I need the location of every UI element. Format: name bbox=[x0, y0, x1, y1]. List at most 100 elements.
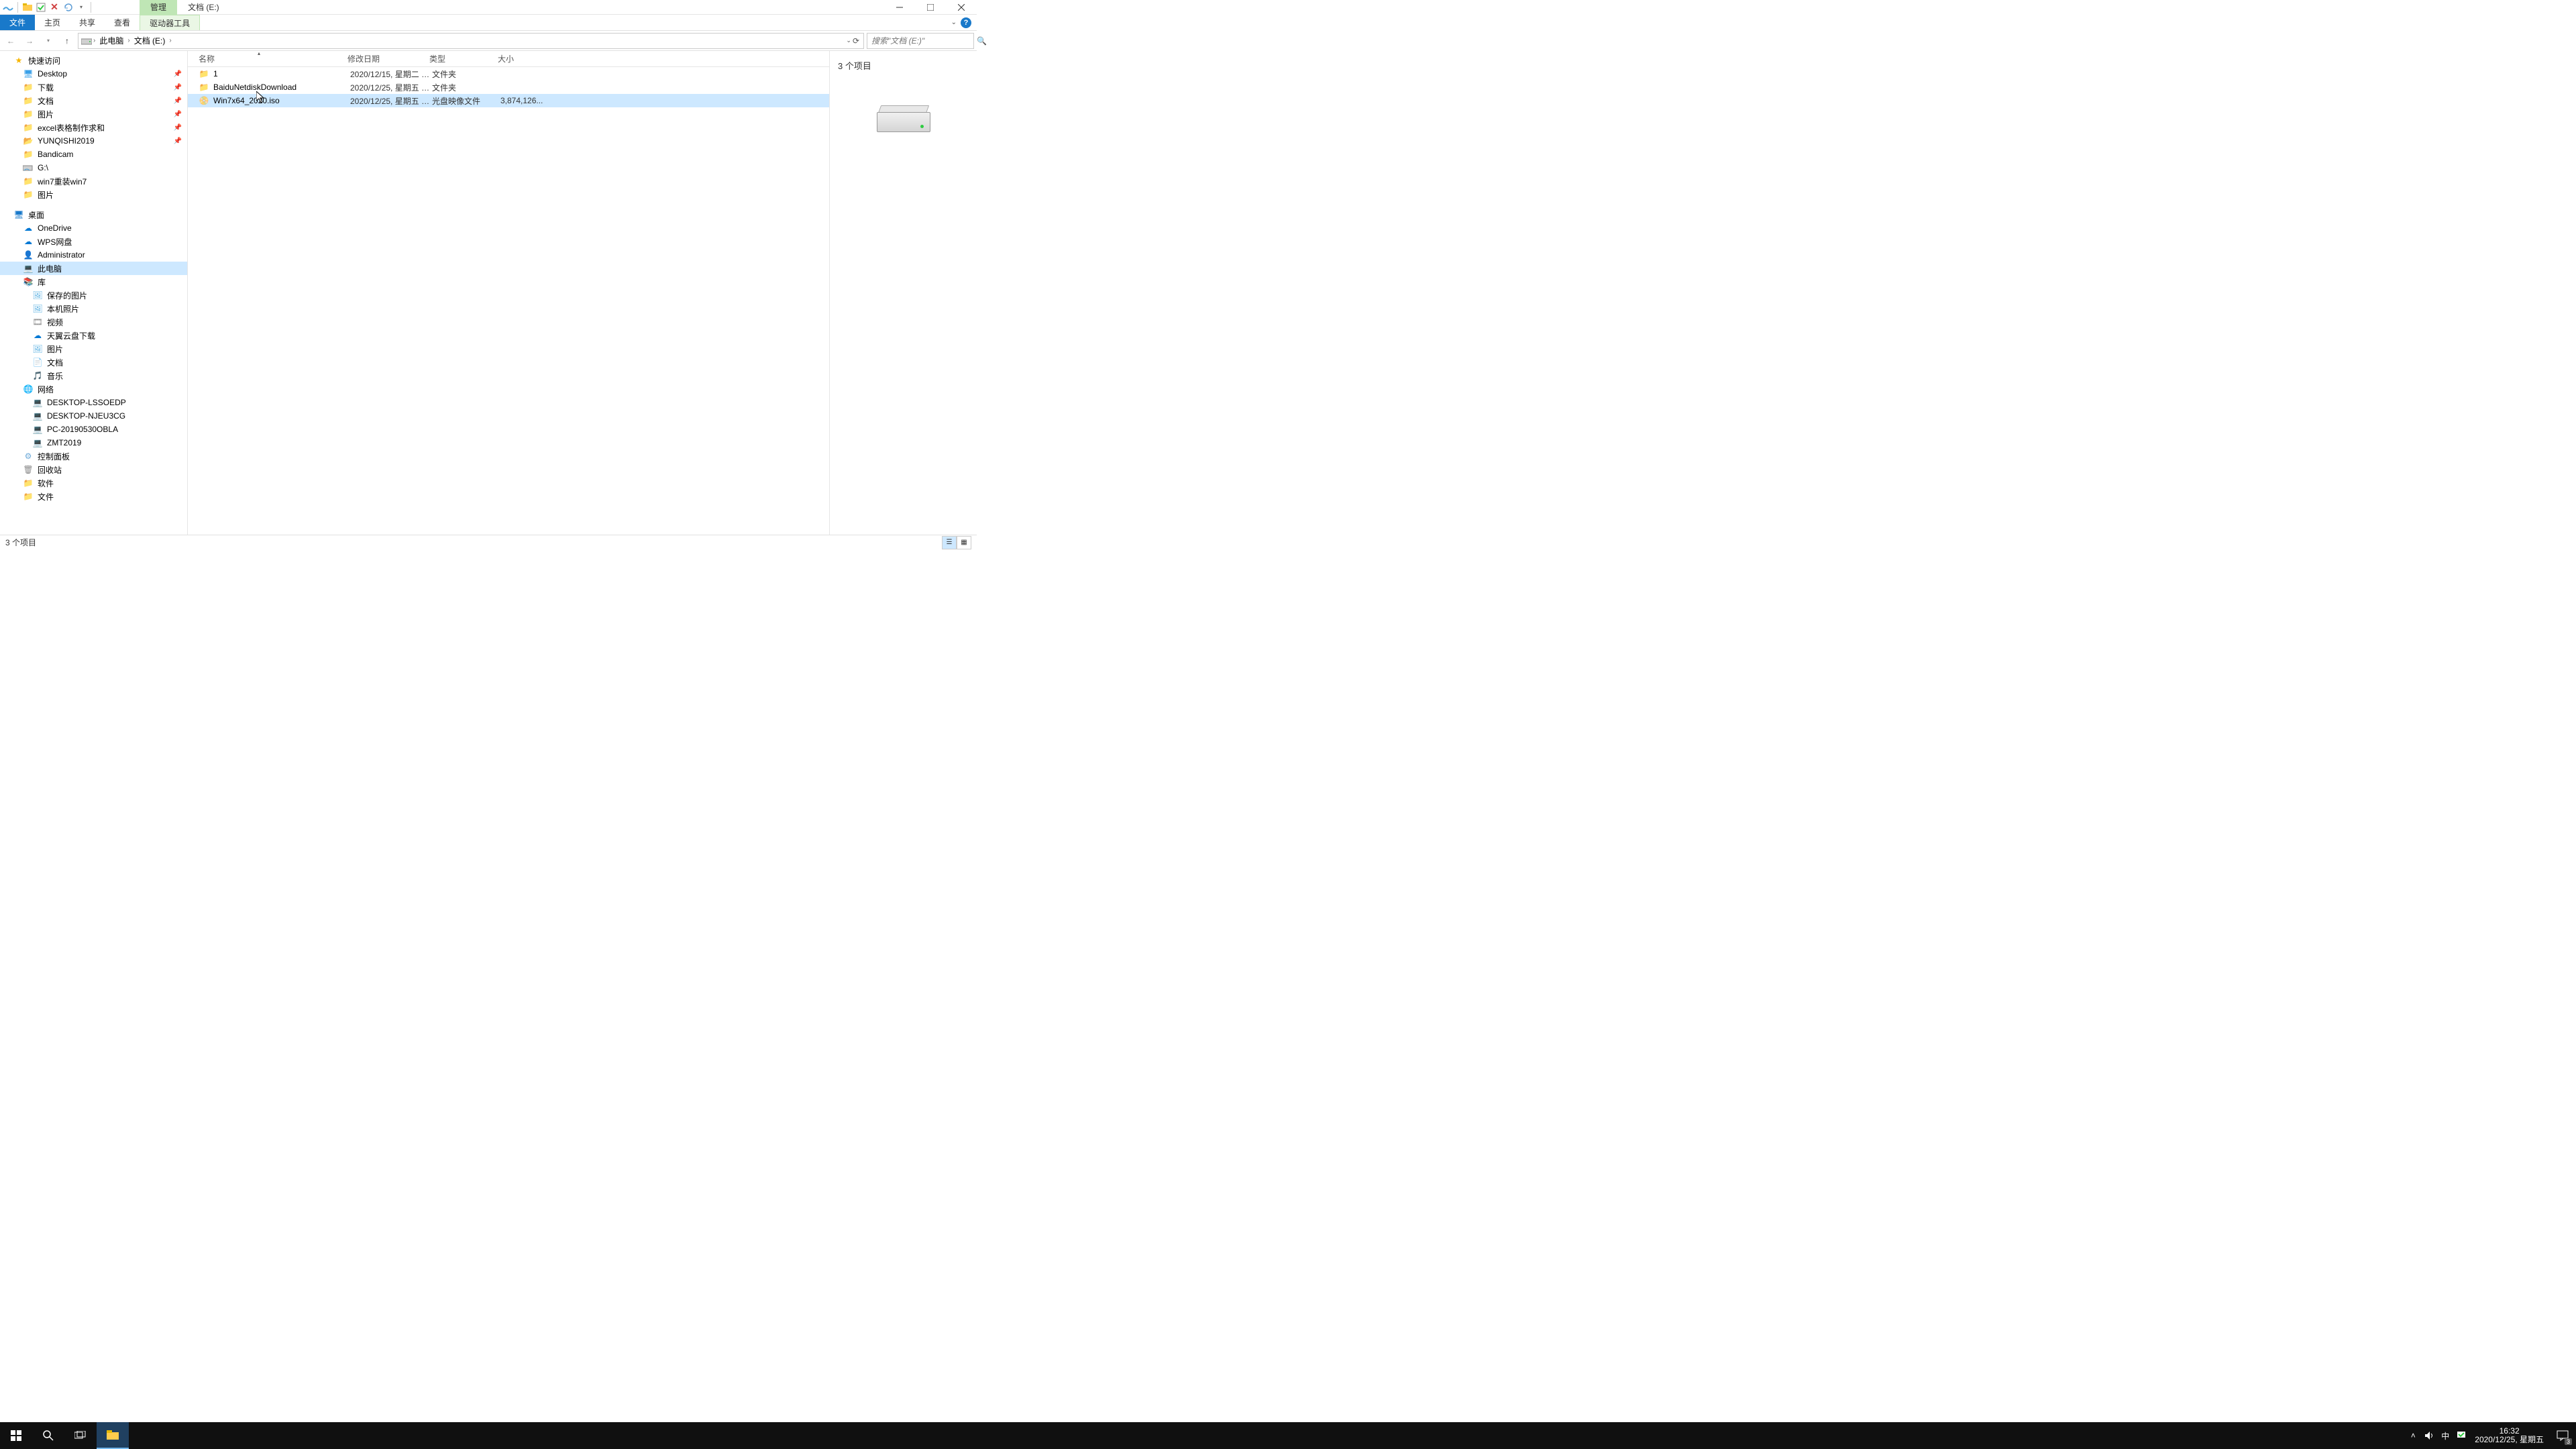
search-button[interactable] bbox=[32, 1422, 64, 1449]
nav-pinned-item[interactable]: G:\ bbox=[0, 161, 187, 174]
nav-label: 文件 bbox=[38, 491, 54, 502]
close-button[interactable] bbox=[946, 0, 977, 15]
forward-button[interactable]: → bbox=[21, 33, 38, 49]
nav-label: 此电脑 bbox=[38, 263, 62, 274]
column-header-size[interactable]: 大小 bbox=[498, 53, 538, 64]
nav-this-pc[interactable]: 💻此电脑 bbox=[0, 262, 187, 275]
nav-desktop[interactable]: 🖥桌面 bbox=[0, 208, 187, 221]
nav-user[interactable]: 👤Administrator bbox=[0, 248, 187, 262]
navigation-pane[interactable]: ★ 快速访问 🖥Desktop📌 📁下载📌 📁文档📌 📁图片📌 📁excel表格… bbox=[0, 51, 188, 535]
folder-icon[interactable] bbox=[22, 2, 33, 13]
breadcrumb-item[interactable]: 文档 (E:) bbox=[131, 35, 168, 46]
nav-control-panel[interactable]: ⚙控制面板 bbox=[0, 449, 187, 463]
minimize-button[interactable] bbox=[884, 0, 915, 15]
search-input[interactable] bbox=[871, 36, 977, 46]
taskbar-explorer-button[interactable] bbox=[97, 1422, 129, 1449]
address-dropdown-icon[interactable]: ⌄ bbox=[846, 37, 851, 44]
undo-icon[interactable] bbox=[62, 2, 73, 13]
chevron-right-icon[interactable]: › bbox=[127, 37, 129, 44]
ime-indicator[interactable]: 中 bbox=[2437, 1422, 2453, 1449]
nav-network-pc[interactable]: 💻ZMT2019 bbox=[0, 436, 187, 449]
recent-dropdown-icon[interactable]: ▾ bbox=[40, 33, 56, 49]
pin-icon: 📌 bbox=[174, 70, 182, 78]
tray-overflow-icon[interactable]: ˄ bbox=[2405, 1422, 2421, 1449]
nav-network[interactable]: 🌐网络 bbox=[0, 382, 187, 396]
security-icon[interactable] bbox=[2453, 1422, 2469, 1449]
tab-file[interactable]: 文件 bbox=[0, 15, 35, 30]
nav-network-pc[interactable]: 💻DESKTOP-NJEU3CG bbox=[0, 409, 187, 423]
help-icon[interactable]: ? bbox=[961, 17, 971, 28]
nav-label: 文档 bbox=[47, 357, 63, 368]
nav-label: 视频 bbox=[47, 317, 63, 328]
up-button[interactable]: ↑ bbox=[59, 33, 75, 49]
taskbar-clock[interactable]: 16:32 2020/12/25, 星期五 bbox=[2469, 1427, 2549, 1444]
back-button[interactable]: ← bbox=[3, 33, 19, 49]
file-row[interactable]: 📁 BaiduNetdiskDownload 2020/12/25, 星期五 1… bbox=[188, 80, 829, 94]
file-name: Win7x64_2020.iso bbox=[213, 96, 350, 105]
nav-pinned-item[interactable]: 📁图片📌 bbox=[0, 107, 187, 121]
tab-share[interactable]: 共享 bbox=[70, 15, 105, 30]
chevron-right-icon[interactable]: › bbox=[93, 37, 95, 44]
file-row[interactable]: 📀 Win7x64_2020.iso 2020/12/25, 星期五 1... … bbox=[188, 94, 829, 107]
nav-library-item[interactable]: 🎵音乐 bbox=[0, 369, 187, 382]
nav-library-item[interactable]: ☁天翼云盘下载 bbox=[0, 329, 187, 342]
qat-dropdown-icon[interactable]: ▾ bbox=[76, 2, 87, 13]
nav-label: 图片 bbox=[38, 109, 54, 120]
volume-icon[interactable] bbox=[2421, 1422, 2437, 1449]
nav-pinned-item[interactable]: 🖥Desktop📌 bbox=[0, 67, 187, 80]
task-view-button[interactable] bbox=[64, 1422, 97, 1449]
nav-library-item[interactable]: 🖼本机照片 bbox=[0, 302, 187, 315]
column-header-type[interactable]: 类型 bbox=[429, 53, 498, 64]
nav-libraries[interactable]: 📚库 bbox=[0, 275, 187, 288]
breadcrumb-item[interactable]: 此电脑 bbox=[97, 35, 126, 46]
action-center-button[interactable]: 3 bbox=[2549, 1422, 2576, 1449]
nav-folder-item[interactable]: 📁文件 bbox=[0, 490, 187, 503]
column-header-name[interactable]: 名称 bbox=[199, 53, 347, 64]
nav-label: Administrator bbox=[38, 250, 85, 260]
window-title: 文档 (E:) bbox=[177, 0, 230, 15]
drive-icon bbox=[81, 36, 92, 46]
nav-pinned-item[interactable]: 📁excel表格制作求和📌 bbox=[0, 121, 187, 134]
chevron-right-icon[interactable]: › bbox=[169, 37, 171, 44]
nav-pinned-item[interactable]: 📁图片 bbox=[0, 188, 187, 201]
file-size: 3,874,126... bbox=[500, 96, 541, 105]
search-icon[interactable]: 🔍 bbox=[977, 36, 987, 46]
refresh-icon[interactable]: ⟳ bbox=[853, 36, 859, 46]
nav-pinned-item[interactable]: 📁文档📌 bbox=[0, 94, 187, 107]
app-icon[interactable] bbox=[3, 2, 13, 13]
nav-library-item[interactable]: 📄 文档 bbox=[0, 356, 187, 369]
nav-library-item[interactable]: 🖼保存的图片 bbox=[0, 288, 187, 302]
thumbnails-view-button[interactable]: ▦ bbox=[957, 536, 971, 549]
document-icon: 📄 bbox=[32, 357, 43, 368]
delete-x-icon[interactable]: ✕ bbox=[49, 2, 60, 13]
start-button[interactable] bbox=[0, 1422, 32, 1449]
nav-pinned-item[interactable]: 📂YUNQISHI2019📌 bbox=[0, 134, 187, 148]
address-bar[interactable]: › 此电脑 › 文档 (E:) › ⌄ ⟳ bbox=[78, 33, 864, 49]
statusbar: 3 个项目 ☰ ▦ bbox=[0, 535, 977, 549]
nav-library-item[interactable]: 🖼图片 bbox=[0, 342, 187, 356]
ribbon-expand-icon[interactable]: ⌄ bbox=[951, 19, 957, 26]
nav-onedrive[interactable]: ☁OneDrive bbox=[0, 221, 187, 235]
nav-library-item[interactable]: 🎞视频 bbox=[0, 315, 187, 329]
properties-checkbox-icon[interactable] bbox=[36, 2, 46, 13]
nav-network-pc[interactable]: 💻DESKTOP-LSSOEDP bbox=[0, 396, 187, 409]
nav-folder-item[interactable]: 📁软件 bbox=[0, 476, 187, 490]
nav-network-pc[interactable]: 💻PC-20190530OBLA bbox=[0, 423, 187, 436]
nav-pinned-item[interactable]: 📁win7重装win7 bbox=[0, 174, 187, 188]
nav-label: 下载 bbox=[38, 82, 54, 93]
nav-label: Desktop bbox=[38, 69, 67, 78]
nav-wps[interactable]: ☁WPS网盘 bbox=[0, 235, 187, 248]
search-box[interactable]: 🔍 bbox=[867, 33, 974, 49]
column-header-date[interactable]: 修改日期 bbox=[347, 53, 429, 64]
tab-drive-tools[interactable]: 驱动器工具 bbox=[140, 15, 200, 30]
nav-pinned-item[interactable]: 📁下载📌 bbox=[0, 80, 187, 94]
file-row[interactable]: 📁 1 2020/12/15, 星期二 1... 文件夹 bbox=[188, 67, 829, 80]
nav-pinned-item[interactable]: 📁Bandicam bbox=[0, 148, 187, 161]
details-view-button[interactable]: ☰ bbox=[942, 536, 957, 549]
tab-home[interactable]: 主页 bbox=[35, 15, 70, 30]
tab-view[interactable]: 查看 bbox=[105, 15, 140, 30]
nav-quick-access[interactable]: ★ 快速访问 bbox=[0, 54, 187, 67]
system-tray: ˄ 中 16:32 2020/12/25, 星期五 3 bbox=[2405, 1422, 2576, 1449]
nav-recycle-bin[interactable]: 🗑回收站 bbox=[0, 463, 187, 476]
maximize-button[interactable] bbox=[915, 0, 946, 15]
